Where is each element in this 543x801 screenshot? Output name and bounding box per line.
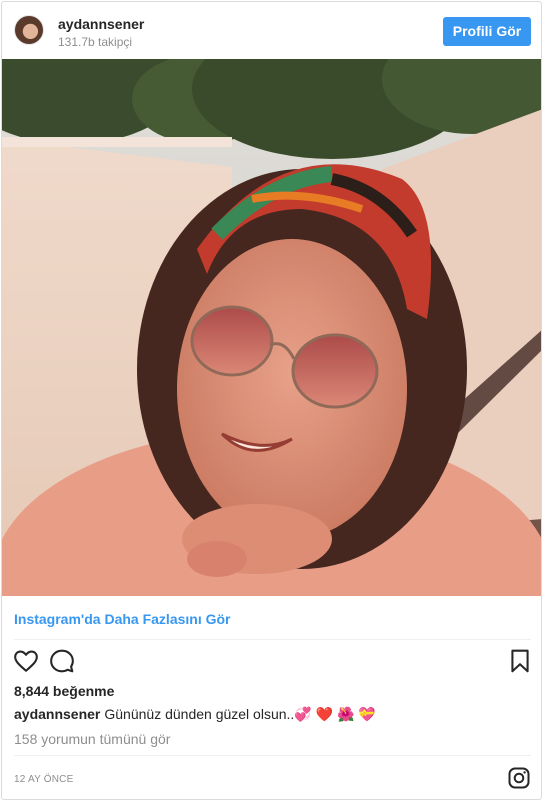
- instagram-embed-card: aydannsener 131.7b takipçi Profili Gör I…: [1, 1, 542, 800]
- instagram-icon[interactable]: [507, 766, 531, 790]
- username[interactable]: aydannsener: [58, 16, 144, 32]
- divider: [14, 639, 531, 640]
- post-timestamp: 12 AY ÖNCE: [14, 774, 74, 785]
- post-header: aydannsener 131.7b takipçi Profili Gör: [2, 2, 541, 59]
- follower-count: 131.7b takipçi: [58, 35, 133, 49]
- view-more-on-instagram-link[interactable]: Instagram'da Daha Fazlasını Gör: [14, 611, 231, 627]
- bookmark-icon[interactable]: [507, 648, 533, 674]
- comment-icon[interactable]: [49, 648, 75, 674]
- like-count: 8,844 beğenme: [14, 683, 115, 699]
- heart-icon[interactable]: [13, 648, 39, 674]
- view-all-comments-link[interactable]: 158 yorumun tümünü gör: [14, 731, 170, 747]
- divider: [14, 755, 531, 756]
- post-photo[interactable]: [2, 59, 542, 596]
- caption-text: Gününüz dünden güzel olsun..💞 ❤️ 🌺 💝: [104, 706, 376, 722]
- caption-username[interactable]: aydannsener: [14, 706, 100, 722]
- view-profile-button[interactable]: Profili Gör: [443, 17, 531, 46]
- caption: aydannsener Gününüz dünden güzel olsun..💞…: [14, 706, 376, 723]
- avatar[interactable]: [14, 15, 44, 45]
